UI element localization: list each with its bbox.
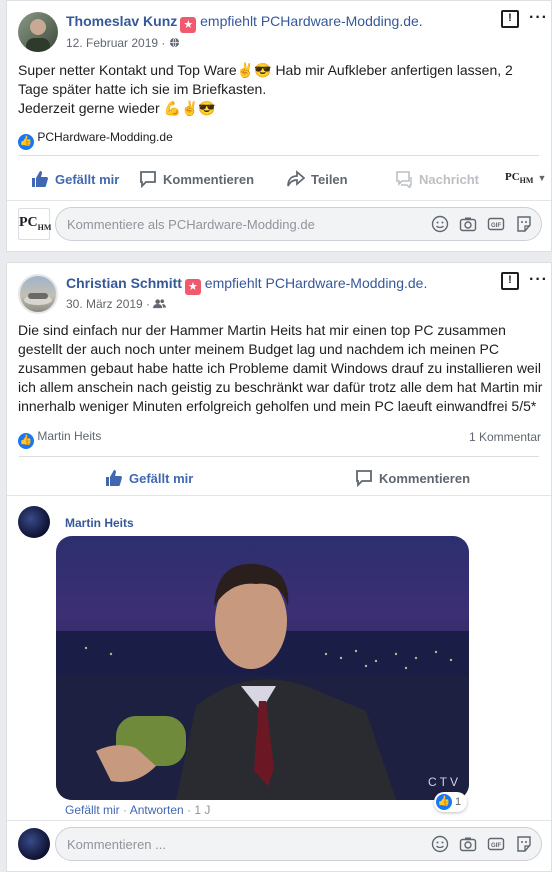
gif-icon[interactable]: GIF [487, 215, 505, 233]
comment-like-link[interactable]: Gefällt mir [65, 803, 120, 817]
like-reaction-icon: 👍 [18, 433, 34, 449]
share-arrow-icon [287, 170, 305, 187]
comment-input[interactable]: Kommentieren ... GIF [55, 827, 542, 861]
post-text-line: Super netter Kontakt und Top Ware✌️😎 Hab… [18, 62, 513, 78]
comment-button[interactable]: Kommentieren [139, 170, 254, 188]
gif-watermark: CTV [428, 775, 461, 789]
svg-text:GIF: GIF [491, 843, 501, 849]
smiley-icon[interactable] [431, 835, 449, 853]
author-name[interactable]: Thomeslav Kunz [66, 13, 177, 29]
post-date[interactable]: 12. Februar 2019 · [66, 36, 165, 50]
author-avatar[interactable] [18, 12, 58, 52]
comment-label: Kommentieren [163, 171, 255, 187]
share-label: Teilen [311, 171, 348, 187]
page-link[interactable]: PCHardware-Modding.de. [266, 275, 428, 291]
person-icon [26, 19, 50, 52]
like-button[interactable]: Gefällt mir [31, 170, 119, 188]
comment-reply-link[interactable]: Antworten [130, 803, 184, 817]
like-button[interactable]: Gefällt mir [105, 469, 193, 487]
post-date[interactable]: 30. März 2019 · [66, 297, 150, 311]
post-card-2: Christian Schmitt ★ empfiehlt PCHardware-… [6, 262, 552, 872]
likes-summary[interactable]: PCHardware-Modding.de [37, 130, 172, 144]
chevron-down-icon: ▼ [537, 173, 547, 184]
like-reaction-icon: 👍 [436, 794, 452, 810]
comment-author[interactable]: Martin Heits [65, 516, 134, 530]
post-card-1: Thomeslav Kunz ★ empfiehlt PCHardware-Mod… [6, 0, 552, 252]
more-options-icon[interactable]: ··· [529, 9, 548, 27]
comment-label: Kommentieren [379, 470, 471, 486]
page-link[interactable]: PCHardware-Modding.de. [261, 13, 423, 29]
comment-placeholder: Kommentieren ... [67, 837, 166, 852]
messenger-icon [396, 171, 412, 188]
comment-count[interactable]: 1 Kommentar [469, 430, 541, 444]
comment-reactions[interactable]: 👍 1 [434, 792, 468, 812]
report-flag-icon[interactable]: ! [501, 10, 519, 28]
message-label: Nachricht [419, 171, 479, 187]
sticker-icon[interactable] [515, 215, 533, 233]
message-button[interactable]: Nachricht [395, 170, 479, 188]
comment-age[interactable]: · 1 J [187, 803, 210, 817]
comment-gif[interactable]: CTV [56, 536, 469, 800]
post-text-line: Jederzeit gerne wieder 💪✌️😎 [18, 100, 216, 116]
commenter-avatar: PCHM [18, 208, 51, 240]
gif-icon[interactable]: GIF [487, 835, 505, 853]
comment-button[interactable]: Kommentieren [355, 469, 470, 487]
my-avatar [18, 828, 50, 860]
share-button[interactable]: Teilen [287, 170, 348, 188]
page-switcher[interactable]: PCHM ▼ [505, 171, 546, 185]
comment-placeholder: Kommentiere als PCHardware-Modding.de [67, 217, 315, 232]
speech-bubble-icon [356, 470, 372, 487]
car-photo-icon [24, 293, 52, 305]
report-flag-icon[interactable]: ! [501, 272, 519, 290]
like-label: Gefällt mir [129, 470, 194, 486]
commenter-avatar[interactable] [18, 506, 50, 538]
svg-text:GIF: GIF [491, 223, 501, 229]
post-text: Die sind einfach nur der Hammer Martin H… [18, 322, 543, 414]
author-avatar[interactable] [18, 274, 58, 314]
camera-icon[interactable] [459, 835, 477, 853]
thumbs-up-icon [32, 171, 48, 187]
recommend-star-icon: ★ [180, 17, 197, 33]
thumbs-up-icon [106, 470, 122, 486]
sticker-icon[interactable] [515, 835, 533, 853]
smiley-icon[interactable] [431, 215, 449, 233]
more-options-icon[interactable]: ··· [529, 271, 548, 289]
pchm-logo-icon: PCHM [505, 171, 534, 186]
likes-summary[interactable]: Martin Heits [37, 429, 101, 443]
author-name[interactable]: Christian Schmitt [66, 275, 182, 291]
reaction-count: 1 [455, 796, 462, 808]
comment-input[interactable]: Kommentiere als PCHardware-Modding.de GI… [55, 207, 542, 241]
like-label: Gefällt mir [55, 171, 120, 187]
speech-bubble-icon [140, 171, 156, 188]
recommends-label: empfiehlt [204, 275, 262, 291]
post-text-line: Tage später hatte ich sie im Briefkasten… [18, 81, 267, 97]
gif-scene-image: CTV [56, 563, 469, 800]
friends-icon [153, 299, 167, 309]
like-reaction-icon: 👍 [18, 134, 34, 150]
recommends-label: empfiehlt [200, 13, 257, 29]
recommend-star-icon: ★ [184, 279, 201, 295]
camera-icon[interactable] [459, 215, 477, 233]
globe-icon [169, 37, 179, 48]
